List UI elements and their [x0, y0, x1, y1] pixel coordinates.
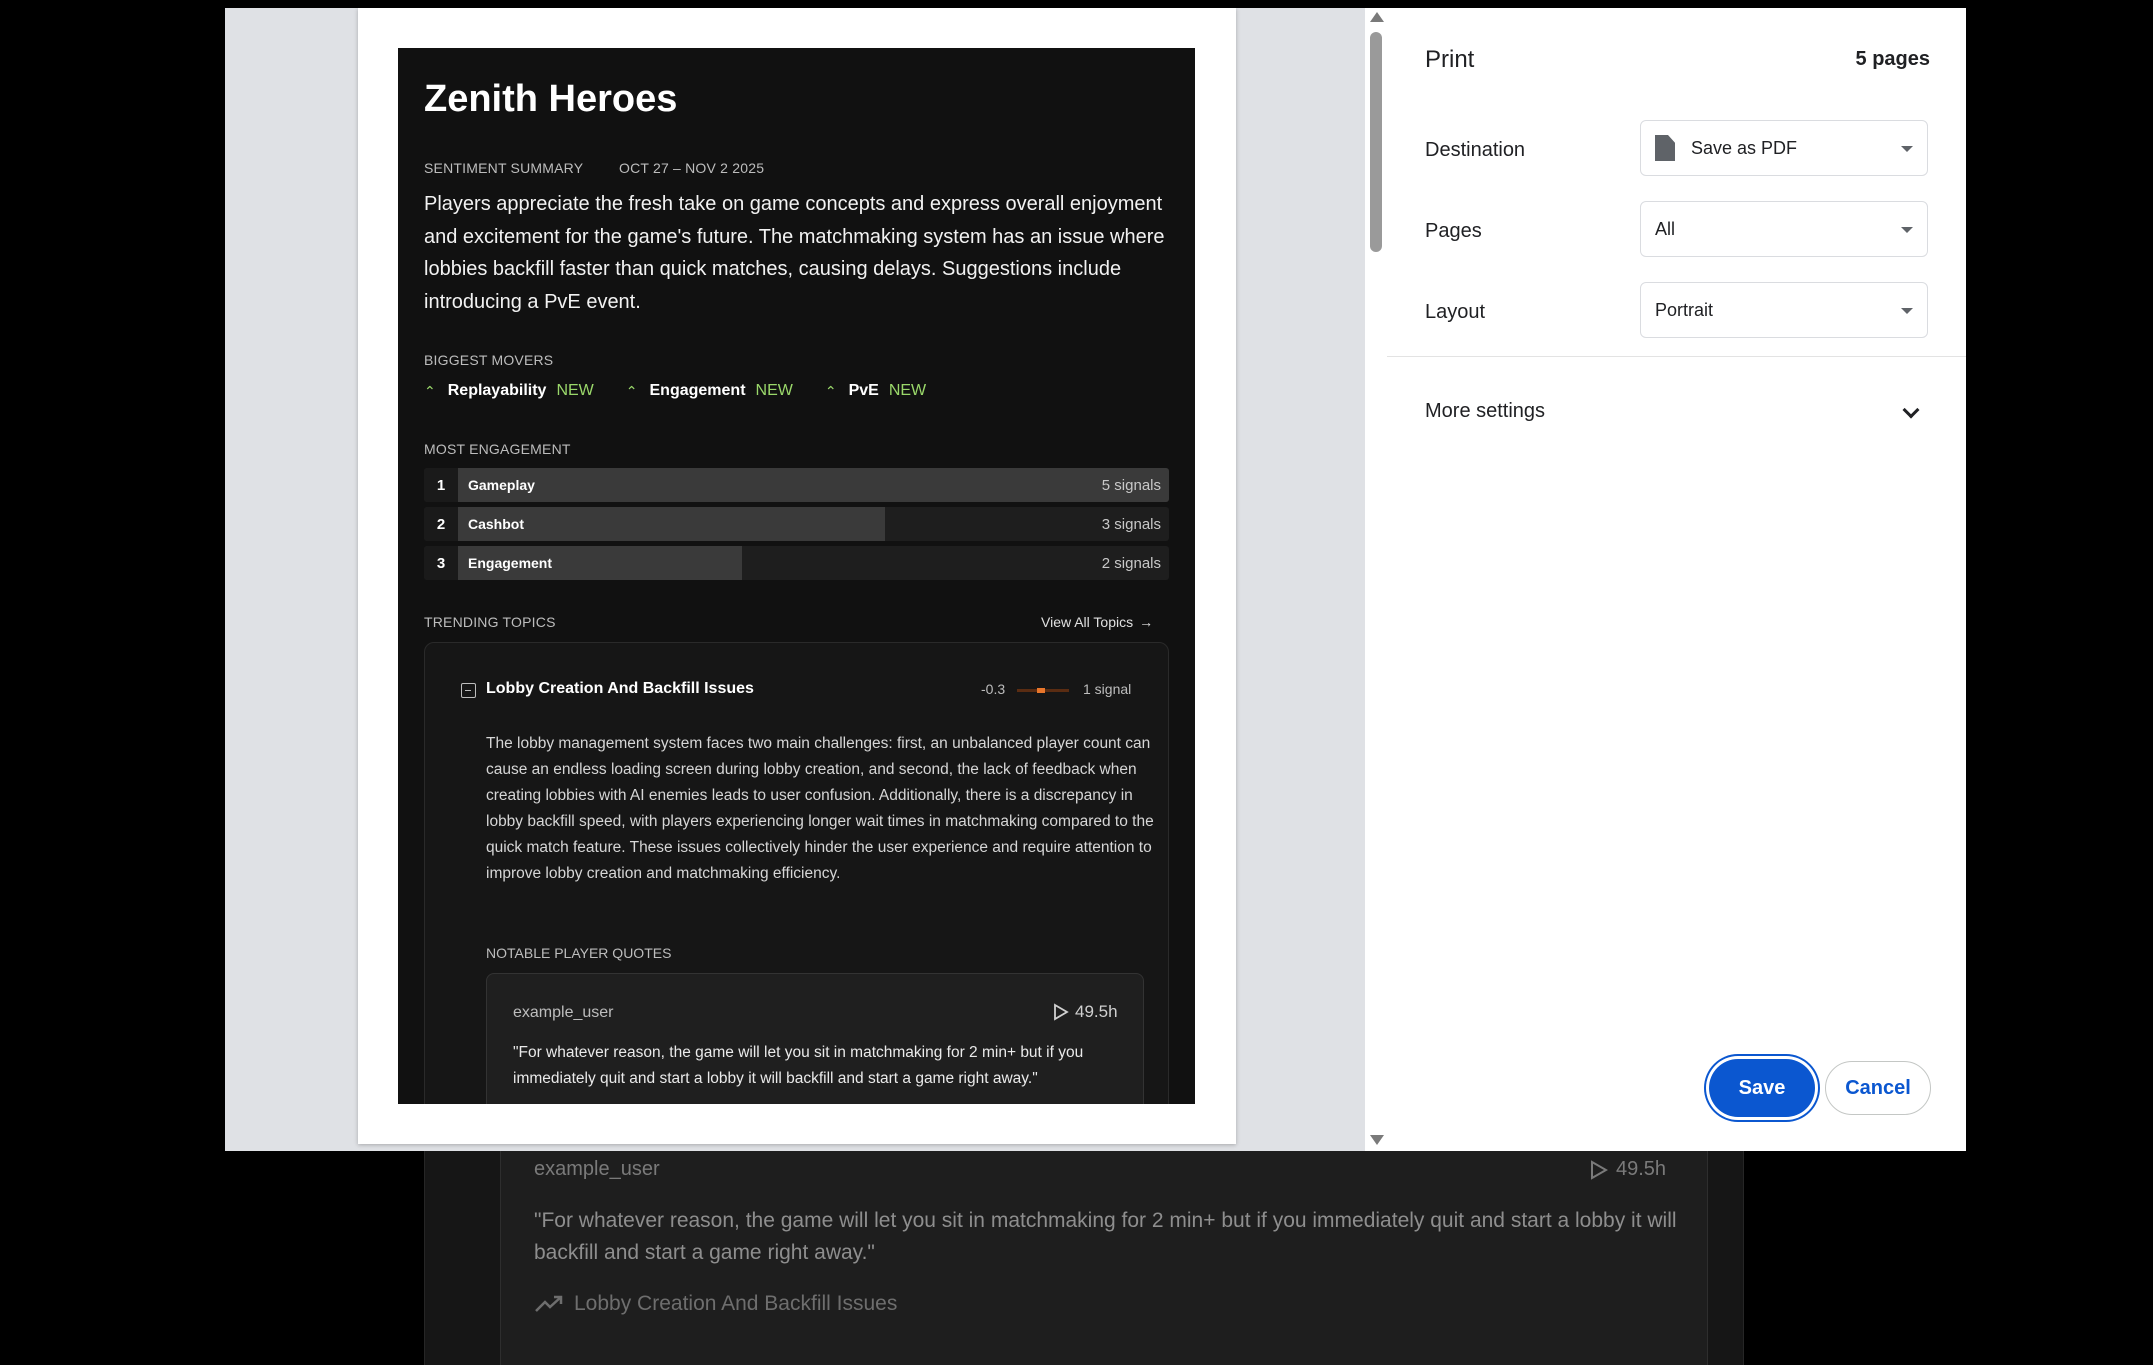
quote-card: example_user 49.5h "For whatever reason,…: [486, 973, 1144, 1104]
trending-topics-label: TRENDING TOPICS: [424, 614, 556, 630]
play-icon: [1591, 1159, 1608, 1180]
background-topic-link[interactable]: Lobby Creation And Backfill Issues: [534, 1292, 897, 1316]
trending-up-icon: [535, 1295, 563, 1312]
dropdown-arrow-icon: [1901, 308, 1913, 314]
engagement-count: 2 signals: [1101, 555, 1161, 572]
scrollbar-thumb[interactable]: [1370, 32, 1382, 252]
chevron-down-icon[interactable]: [1902, 401, 1920, 419]
topic-title: Lobby Creation And Backfill Issues: [486, 680, 754, 697]
print-preview-area: Zenith Heroes SENTIMENT SUMMARY OCT 27 –…: [225, 8, 1365, 1151]
engagement-name: Engagement: [468, 555, 553, 571]
new-badge: NEW: [556, 382, 594, 399]
mover-name: PvE: [848, 382, 879, 399]
mover-name: Replayability: [447, 382, 547, 399]
dropdown-arrow-icon: [1901, 227, 1913, 233]
arrow-right-icon: →: [1139, 614, 1154, 630]
most-engagement-label: MOST ENGAGEMENT: [424, 441, 571, 457]
new-badge: NEW: [755, 382, 793, 399]
engagement-rank: 3: [424, 546, 458, 580]
engagement-row-3: 3 Engagement 2 signals: [424, 546, 1169, 580]
document-title: Zenith Heroes: [424, 78, 678, 120]
new-badge: NEW: [888, 382, 927, 399]
quote-time-value: 49.5h: [1075, 1002, 1118, 1021]
mover-name: Engagement: [649, 382, 746, 399]
view-all-topics-label: View All Topics: [1041, 614, 1134, 630]
date-range: OCT 27 – NOV 2 2025: [619, 160, 765, 176]
preview-scrollbar[interactable]: [1365, 8, 1387, 1151]
print-settings-panel: Print 5 pages Destination Save as PDF Pa…: [1387, 8, 1966, 1151]
collapse-icon[interactable]: [461, 683, 476, 698]
document-content: Zenith Heroes SENTIMENT SUMMARY OCT 27 –…: [398, 48, 1195, 1104]
layout-label: Layout: [1425, 301, 1486, 323]
engagement-count: 3 signals: [1101, 516, 1161, 533]
pages-value: All: [1655, 218, 1676, 239]
sentiment-summary-label: SENTIMENT SUMMARY: [424, 160, 584, 176]
background-quote-time-value: 49.5h: [1616, 1158, 1667, 1180]
sentiment-summary-text: Players appreciate the fresh take on gam…: [424, 193, 1165, 313]
layout-select[interactable]: Portrait: [1640, 282, 1928, 338]
biggest-movers-list: ⌃ Replayability NEW ⌃ Engagement NEW ⌃ P…: [424, 382, 958, 400]
engagement-name: Gameplay: [468, 477, 535, 493]
preview-page: Zenith Heroes SENTIMENT SUMMARY OCT 27 –…: [358, 8, 1236, 1144]
pages-label: Pages: [1425, 220, 1482, 242]
mover-pve: ⌃ PvE NEW: [825, 382, 926, 400]
engagement-row-1: 1 Gameplay 5 signals: [424, 468, 1169, 502]
background-topic-label: Lobby Creation And Backfill Issues: [574, 1292, 898, 1315]
engagement-name: Cashbot: [468, 516, 524, 532]
double-chevron-up-icon: ⌃: [424, 382, 436, 399]
dropdown-arrow-icon: [1901, 146, 1913, 152]
topic-signal-count: 1 signal: [1083, 681, 1132, 697]
background-quote-time: 49.5h: [1590, 1158, 2153, 1181]
engagement-bar: [458, 468, 1169, 502]
engagement-rank: 2: [424, 507, 458, 541]
print-title: Print: [1425, 46, 1475, 73]
page-count: 5 pages: [1855, 48, 1930, 70]
sentiment-score: -0.3: [981, 681, 1006, 697]
save-button[interactable]: Save: [1709, 1059, 1815, 1117]
background-quote-user: example_user: [534, 1158, 660, 1180]
double-chevron-up-icon: ⌃: [625, 382, 638, 399]
settings-divider: [1387, 356, 1966, 357]
sentiment-score-marker: [1037, 688, 1045, 693]
notable-quotes-label: NOTABLE PLAYER QUOTES: [486, 945, 672, 961]
pages-select[interactable]: All: [1640, 201, 1928, 257]
destination-select[interactable]: Save as PDF: [1640, 120, 1928, 176]
topic-card: Lobby Creation And Backfill Issues -0.3 …: [424, 642, 1169, 1104]
mover-engagement: ⌃ Engagement NEW: [626, 382, 793, 400]
background-quote-text: "For whatever reason, the game will let …: [534, 1209, 1677, 1264]
sentiment-score-bar: [1017, 688, 1069, 693]
quote-time[interactable]: 49.5h: [1053, 1002, 1118, 1022]
destination-label: Destination: [1425, 139, 1526, 161]
view-all-topics-link[interactable]: View All Topics →: [1041, 614, 1153, 630]
layout-value: Portrait: [1655, 299, 1714, 320]
engagement-row-2: 2 Cashbot 3 signals: [424, 507, 1169, 541]
engagement-count: 5 signals: [1101, 477, 1161, 494]
mover-replayability: ⌃ Replayability NEW: [424, 382, 594, 400]
topic-description: The lobby management system faces two ma…: [486, 735, 1154, 882]
quote-text: "For whatever reason, the game will let …: [513, 1044, 1084, 1087]
scroll-down-arrow-icon[interactable]: [1370, 1135, 1384, 1145]
destination-value: Save as PDF: [1691, 137, 1798, 158]
cancel-button[interactable]: Cancel: [1825, 1061, 1931, 1115]
quote-user: example_user: [513, 1004, 614, 1021]
scroll-up-arrow-icon[interactable]: [1370, 12, 1384, 22]
double-chevron-up-icon: ⌃: [824, 382, 837, 399]
more-settings-toggle[interactable]: More settings: [1425, 400, 1545, 423]
engagement-rank: 1: [424, 468, 458, 502]
biggest-movers-label: BIGGEST MOVERS: [424, 352, 554, 368]
print-dialog: Zenith Heroes SENTIMENT SUMMARY OCT 27 –…: [225, 8, 1966, 1151]
play-icon: [1054, 1003, 1069, 1021]
document-icon: [1655, 135, 1675, 161]
